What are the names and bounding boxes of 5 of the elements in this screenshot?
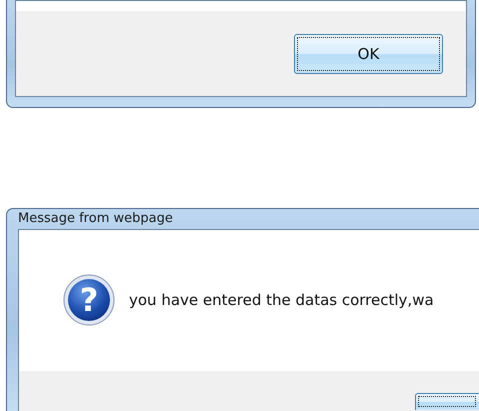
ok-button[interactable] bbox=[415, 392, 479, 410]
ok-button[interactable]: OK bbox=[294, 34, 443, 74]
window-title: Message from webpage bbox=[18, 211, 173, 226]
message-text: you have entered the datas correctly,wa bbox=[129, 291, 434, 310]
question-icon: ? bbox=[62, 273, 116, 328]
